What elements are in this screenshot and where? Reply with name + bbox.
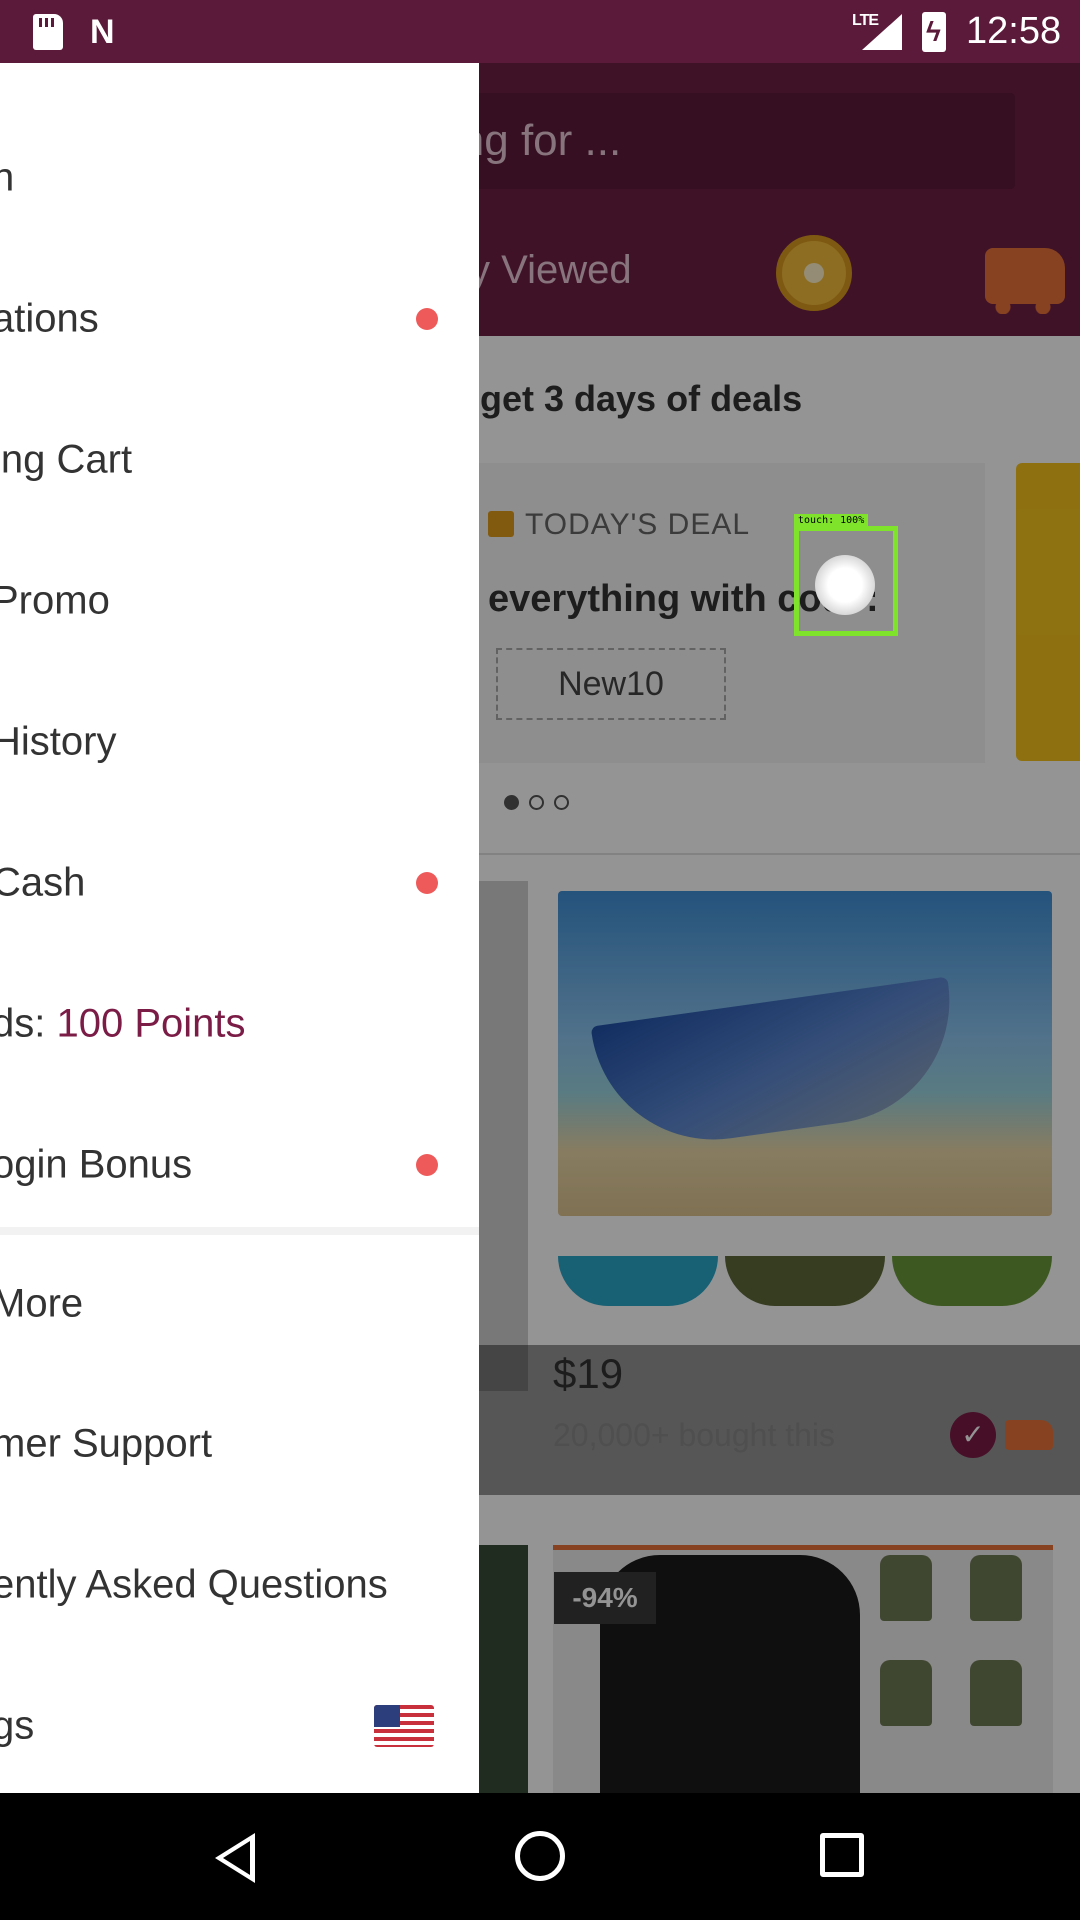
drawer-item-cash[interactable]: Cash [0, 812, 479, 953]
drawer-item-label: ing Cart [0, 437, 133, 481]
drawer-item-0[interactable]: n [0, 107, 479, 248]
drawer-item-notifications[interactable]: ations [0, 248, 479, 389]
status-bar: N LTE 12:58 [0, 0, 1080, 63]
back-icon[interactable] [215, 1833, 255, 1883]
fast-shipping-icon [1005, 1420, 1053, 1450]
notification-dot [416, 871, 438, 894]
drawer-item-label: n [0, 155, 15, 199]
verified-icon: ✓ [950, 1412, 996, 1458]
touch-point [815, 555, 875, 615]
product-price: $19 [553, 1350, 624, 1397]
drawer-item-label: ations [0, 296, 99, 340]
status-time: 12:58 [966, 10, 1062, 52]
drawer-item-login-bonus[interactable]: ogin Bonus [0, 1094, 479, 1235]
drawer-item-rewards[interactable]: ds: 100 Points [0, 953, 479, 1094]
battery-charging-icon [922, 12, 946, 52]
notification-dot [416, 1153, 438, 1176]
drawer-item-label: Promo [0, 578, 110, 622]
drawer-item-faq[interactable]: ently Asked Questions [0, 1514, 479, 1655]
rewards-prefix: ds: [0, 1001, 46, 1045]
system-nav-bar [0, 1793, 1080, 1920]
drawer-item-more[interactable]: More [0, 1235, 479, 1373]
signal-icon [862, 14, 902, 50]
drawer-item-label: History [0, 719, 117, 763]
rewards-points: 100 Points [56, 1001, 246, 1045]
drawer-item-label: ently Asked Questions [0, 1562, 388, 1606]
sd-card-icon [33, 14, 63, 50]
navigation-drawer: n ations ing Cart Promo History Cash ds:… [0, 63, 479, 1793]
drawer-item-history[interactable]: History [0, 671, 479, 812]
home-icon[interactable] [515, 1831, 565, 1881]
drawer-item-label: ogin Bonus [0, 1142, 193, 1186]
drawer-divider [0, 1227, 479, 1235]
bought-count: 20,000+ bought this [553, 1417, 836, 1453]
drawer-item-label: gs [0, 1703, 35, 1747]
notification-dot [416, 307, 438, 330]
us-flag-icon [374, 1704, 434, 1747]
drawer-item-customer-support[interactable]: mer Support [0, 1373, 479, 1514]
drawer-item-promo[interactable]: Promo [0, 530, 479, 671]
drawer-item-label: More [0, 1281, 84, 1326]
recents-icon[interactable] [820, 1833, 864, 1877]
drawer-item-label: mer Support [0, 1421, 213, 1465]
n-notification-icon: N [90, 13, 115, 51]
drawer-item-shopping-cart[interactable]: ing Cart [0, 389, 479, 530]
drawer-item-label: Cash [0, 860, 86, 904]
drawer-item-settings[interactable]: gs [0, 1655, 479, 1793]
drawer-item-label: ds: 100 Points [0, 1001, 246, 1046]
